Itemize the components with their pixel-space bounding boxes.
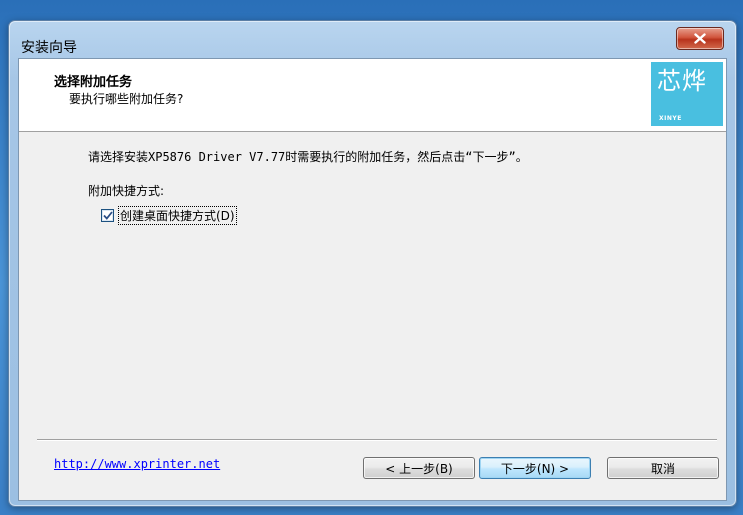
installer-window: 安装向导 选择附加任务 要执行哪些附加任务? 芯烨 XINYE 请选择安装XP5… bbox=[8, 20, 737, 507]
checkmark-icon bbox=[102, 211, 113, 220]
shortcut-group-label: 附加快捷方式: bbox=[88, 184, 165, 198]
wizard-header: 选择附加任务 要执行哪些附加任务? 芯烨 XINYE bbox=[19, 59, 726, 132]
desktop-shortcut-option[interactable]: 创建桌面快捷方式(D) bbox=[101, 206, 237, 225]
wizard-content: 请选择安装XP5876 Driver V7.77时需要执行的附加任务，然后点击“… bbox=[19, 132, 726, 432]
page-title: 选择附加任务 bbox=[54, 75, 133, 90]
close-button[interactable] bbox=[676, 27, 724, 50]
window-title: 安装向导 bbox=[21, 40, 77, 56]
logo-text: XINYE bbox=[659, 115, 682, 122]
task-description: 请选择安装XP5876 Driver V7.77时需要执行的附加任务，然后点击“… bbox=[88, 150, 528, 164]
page-subtitle: 要执行哪些附加任务? bbox=[69, 92, 184, 106]
cancel-button[interactable]: 取消 bbox=[607, 457, 719, 479]
close-icon bbox=[694, 33, 706, 44]
wizard-client-area: 选择附加任务 要执行哪些附加任务? 芯烨 XINYE 请选择安装XP5876 D… bbox=[18, 58, 727, 501]
logo-mark: 芯烨 bbox=[657, 67, 707, 95]
brand-logo: 芯烨 XINYE bbox=[651, 62, 723, 126]
desktop-shortcut-checkbox[interactable] bbox=[101, 209, 114, 222]
website-link[interactable]: http://www.xprinter.net bbox=[54, 457, 220, 471]
back-button[interactable]: < 上一步(B) bbox=[363, 457, 475, 479]
desktop-shortcut-label[interactable]: 创建桌面快捷方式(D) bbox=[118, 206, 237, 225]
footer-divider bbox=[37, 439, 717, 441]
next-button[interactable]: 下一步(N) > bbox=[479, 457, 591, 479]
